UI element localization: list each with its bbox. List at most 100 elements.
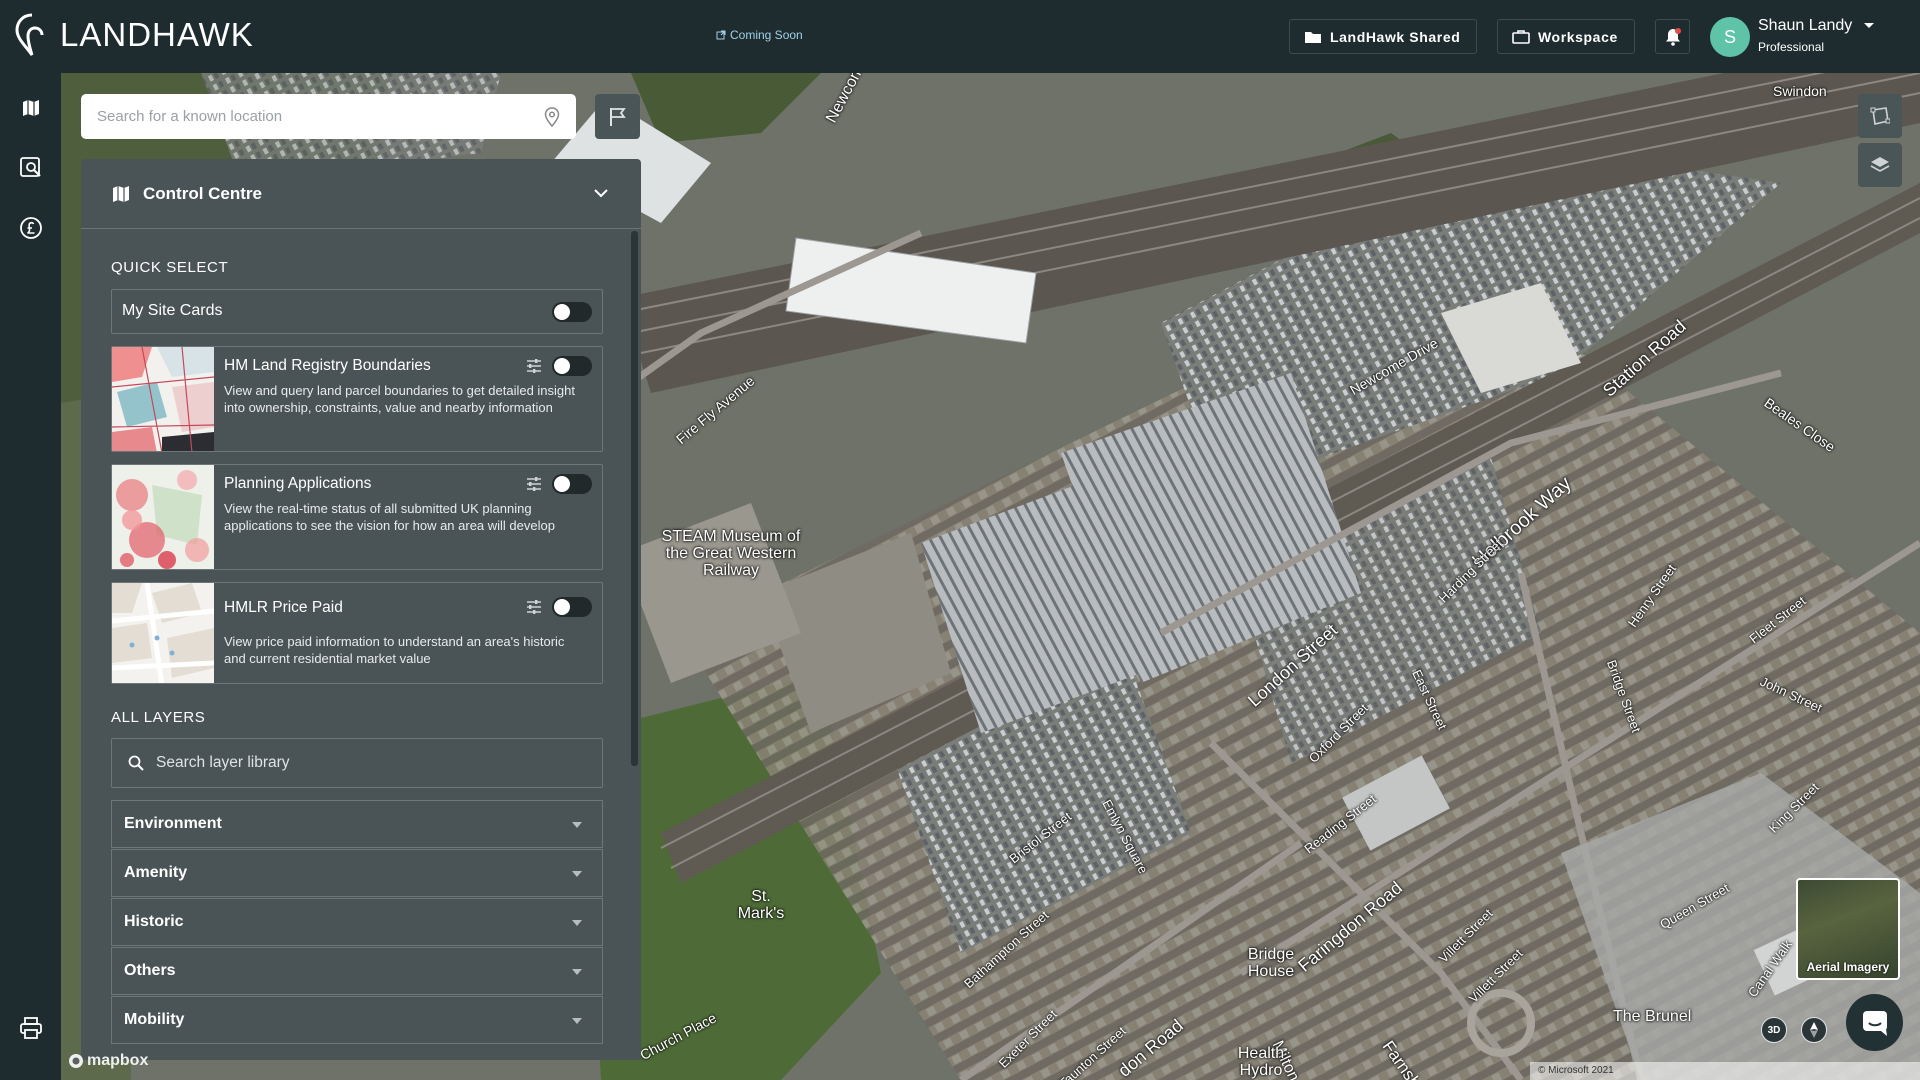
briefcase-icon xyxy=(1512,30,1530,44)
layer-settings-icon[interactable] xyxy=(526,599,542,615)
layer-settings-icon[interactable] xyxy=(526,476,542,492)
rail-print-button[interactable] xyxy=(0,1003,61,1053)
compass-button[interactable] xyxy=(1801,1017,1827,1043)
rail-finance-button[interactable] xyxy=(0,203,61,253)
category-amenity[interactable]: Amenity xyxy=(111,849,603,897)
left-nav-rail xyxy=(0,73,61,1080)
layers-icon xyxy=(1870,157,1890,172)
layer-toggle[interactable] xyxy=(552,597,592,617)
quick-select-heading: QUICK SELECT xyxy=(111,259,229,276)
map-search-icon xyxy=(19,157,41,177)
layer-card-hm-land-registry[interactable]: HM Land Registry Boundaries View and que… xyxy=(111,346,603,452)
avatar[interactable]: S xyxy=(1710,17,1750,57)
panel-scrollbar[interactable] xyxy=(631,231,638,766)
user-role: Professional xyxy=(1758,40,1825,54)
layer-search[interactable] xyxy=(111,738,603,788)
price-paid-thumbnail xyxy=(112,583,214,683)
layer-toggle[interactable] xyxy=(552,356,592,376)
map-label: The Brunel xyxy=(1613,1008,1692,1025)
workspace-label: Workspace xyxy=(1538,28,1618,45)
category-label: Mobility xyxy=(124,1011,185,1028)
category-historic[interactable]: Historic xyxy=(111,898,603,946)
aerial-imagery-label: Aerial Imagery xyxy=(1806,960,1890,974)
polygon-draw-icon xyxy=(1870,107,1890,125)
rail-map-button[interactable] xyxy=(0,83,61,133)
landhawk-pin-icon xyxy=(15,13,44,56)
layer-toggle[interactable] xyxy=(552,474,592,494)
mapbox-icon xyxy=(69,1054,83,1068)
layer-description: View and query land parcel boundaries to… xyxy=(224,383,575,415)
category-label: Historic xyxy=(124,913,184,930)
caret-down-icon xyxy=(572,871,582,877)
caret-down-icon xyxy=(572,822,582,828)
panel-title: Control Centre xyxy=(143,183,262,203)
landhawk-logo[interactable]: LANDHAWK xyxy=(14,12,254,58)
chevron-down-icon[interactable] xyxy=(594,188,608,198)
layer-title: HM Land Registry Boundaries xyxy=(224,357,431,374)
my-site-cards-label: My Site Cards xyxy=(122,302,223,319)
draw-polygon-button[interactable] xyxy=(1858,94,1902,138)
mapbox-logo[interactable]: mapbox xyxy=(68,1052,148,1070)
my-site-cards-row: My Site Cards xyxy=(111,289,603,334)
chat-button[interactable] xyxy=(1846,994,1903,1051)
layer-settings-icon[interactable] xyxy=(526,358,542,374)
search-icon xyxy=(128,755,144,771)
landhawk-shared-button[interactable]: LandHawk Shared xyxy=(1289,19,1477,54)
map-label: St. Mark's xyxy=(737,888,785,922)
my-site-cards-toggle[interactable] xyxy=(552,302,592,322)
planning-applications-thumbnail xyxy=(112,465,214,569)
map-label: STEAM Museum of the Great Western Railwa… xyxy=(661,528,801,579)
rail-site-search-button[interactable] xyxy=(0,143,61,193)
notifications-button[interactable] xyxy=(1655,19,1690,54)
notification-dot xyxy=(1675,28,1681,34)
caret-down-icon xyxy=(572,1018,582,1024)
top-bar: LANDHAWK Coming Soon LandHawk Shared Wor… xyxy=(0,0,1920,73)
control-centre-panel: Control Centre QUICK SELECT My Site Card… xyxy=(81,159,641,1060)
workspace-button[interactable]: Workspace xyxy=(1497,19,1635,54)
category-label: Environment xyxy=(124,815,222,832)
user-menu-caret-icon[interactable] xyxy=(1863,22,1875,30)
folder-icon xyxy=(1305,31,1321,43)
layer-description: View price paid information to understan… xyxy=(224,634,565,666)
land-registry-thumbnail xyxy=(112,347,214,451)
aerial-imagery-toggle[interactable]: Aerial Imagery xyxy=(1796,878,1900,980)
category-label: Amenity xyxy=(124,864,188,881)
coming-soon-text: Coming Soon xyxy=(730,28,803,42)
layer-card-planning-applications[interactable]: Planning Applications View the real-time… xyxy=(111,464,603,570)
map-attribution[interactable]: © Microsoft 2021 xyxy=(1530,1062,1920,1080)
flag-button[interactable] xyxy=(595,94,640,139)
map-label: Health Hydro xyxy=(1237,1045,1285,1079)
pound-icon xyxy=(19,217,42,239)
mapbox-text: mapbox xyxy=(87,1052,149,1069)
user-name[interactable]: Shaun Landy xyxy=(1758,17,1852,35)
caret-down-icon xyxy=(572,969,582,975)
external-link-icon xyxy=(716,30,726,40)
category-label: Others xyxy=(124,962,176,979)
layers-button[interactable] xyxy=(1858,143,1902,187)
chat-icon xyxy=(1862,1010,1887,1036)
map-label: Bridge House xyxy=(1247,946,1295,980)
layer-card-hmlr-price-paid[interactable]: HMLR Price Paid View price paid informat… xyxy=(111,582,603,684)
3d-button[interactable]: 3D xyxy=(1761,1017,1787,1043)
category-mobility[interactable]: Mobility xyxy=(111,996,603,1044)
logo-text: LANDHAWK xyxy=(60,16,254,53)
layer-title: Planning Applications xyxy=(224,475,372,492)
map-label: Swindon xyxy=(1773,83,1827,99)
landhawk-shared-label: LandHawk Shared xyxy=(1330,28,1461,45)
layer-search-input[interactable] xyxy=(156,754,586,772)
category-environment[interactable]: Environment xyxy=(111,800,603,848)
layer-description: View the real-time status of all submitt… xyxy=(224,501,555,533)
location-search-input[interactable] xyxy=(97,108,544,125)
print-icon xyxy=(19,1017,42,1039)
location-pin-icon[interactable] xyxy=(544,106,560,127)
layer-title: HMLR Price Paid xyxy=(224,599,343,616)
location-search[interactable] xyxy=(81,94,576,139)
map-icon xyxy=(113,185,129,202)
category-others[interactable]: Others xyxy=(111,947,603,995)
control-centre-header[interactable]: Control Centre xyxy=(81,159,641,229)
all-layers-heading: ALL LAYERS xyxy=(111,709,206,726)
flag-icon xyxy=(609,107,626,126)
caret-down-icon xyxy=(572,920,582,926)
coming-soon-link[interactable]: Coming Soon xyxy=(716,28,803,42)
compass-icon xyxy=(1810,1022,1818,1038)
